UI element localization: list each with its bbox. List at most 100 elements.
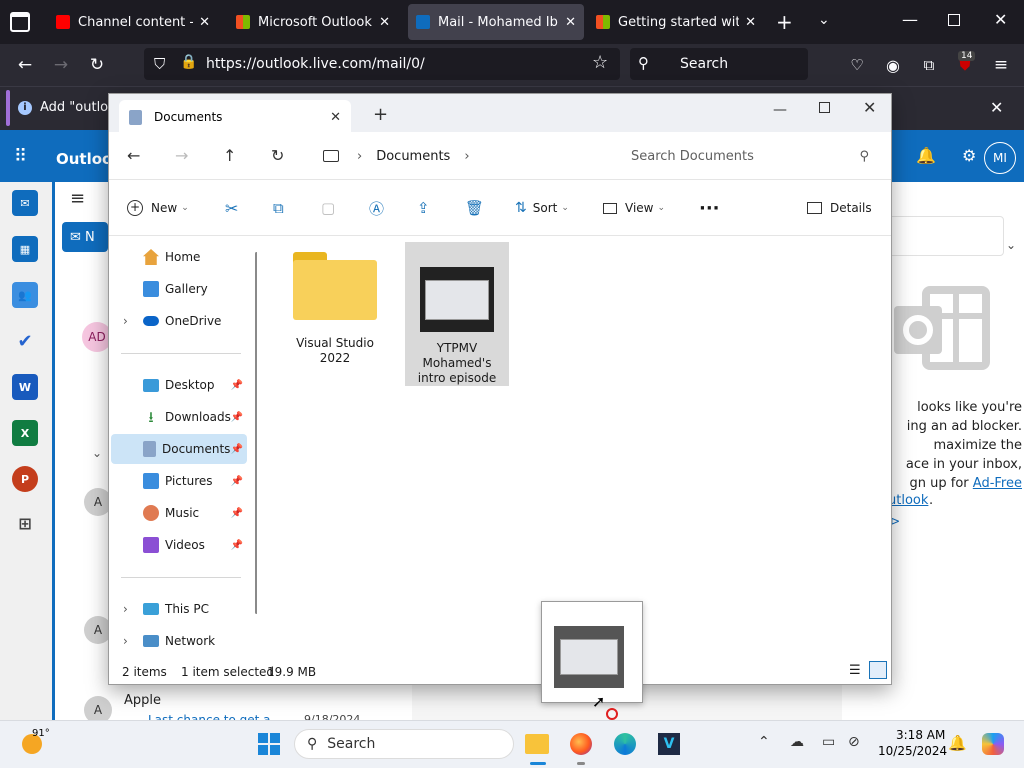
expand-chevron-icon[interactable]: › [123, 314, 137, 328]
clock-time[interactable]: 3:18 AM [896, 728, 945, 742]
shield-icon[interactable]: ⛉ [154, 55, 165, 73]
close-window-icon[interactable]: ✕ [863, 98, 876, 117]
close-tab-icon[interactable]: ✕ [379, 15, 390, 30]
url-bar[interactable]: ⛉ 🔒 https://outlook.live.com/mail/0/ ☆ [144, 48, 620, 80]
firefox-icon[interactable] [564, 727, 598, 761]
message-subject[interactable]: Last chance to get a [148, 712, 271, 720]
tab-mail-outlook[interactable]: Mail - Mohamed Ibrahim - Outlook ✕ [408, 4, 584, 40]
clock-date[interactable]: 10/25/2024 [878, 744, 947, 758]
file-explorer-taskbar-icon[interactable] [520, 727, 554, 761]
nav-item-network[interactable]: › Network [111, 626, 247, 656]
delete-button[interactable]: 🗑 [465, 194, 484, 222]
edge-icon[interactable] [608, 727, 642, 761]
lock-icon[interactable]: 🔒 [180, 54, 197, 70]
view-button[interactable]: View ⌄ [603, 194, 665, 222]
pin-icon[interactable]: 📌 [231, 444, 243, 455]
forward-arrow-icon[interactable]: → [175, 146, 188, 165]
refresh-icon[interactable]: ↻ [271, 146, 284, 165]
nav-item-documents[interactable]: Documents 📌 [111, 434, 247, 464]
explorer-tab-documents[interactable]: Documents ✕ [119, 100, 351, 134]
pin-icon[interactable]: 📌 [231, 540, 243, 551]
close-tab-icon[interactable]: ✕ [199, 15, 210, 30]
excel-icon[interactable]: X [12, 420, 38, 446]
tab-youtube[interactable]: Channel content - YouTube ✕ [48, 4, 218, 40]
list-tabs-chevron-icon[interactable]: ⌄ [818, 12, 830, 28]
weather-temperature[interactable]: 91° [32, 728, 50, 739]
file-item-folder[interactable]: Visual Studio 2022 [283, 246, 387, 366]
new-button[interactable]: + New ⌄ [127, 194, 189, 222]
taskbar-search-box[interactable]: ⚲ Search [294, 729, 514, 759]
breadcrumb-documents[interactable]: Documents [376, 149, 450, 164]
file-item-video[interactable]: YTPMV Mohamed's intro episode [405, 242, 509, 386]
restore-icon[interactable] [948, 14, 960, 26]
account-icon[interactable]: ◉ [878, 50, 908, 80]
nav-item-desktop[interactable]: Desktop 📌 [111, 370, 247, 400]
calendar-icon[interactable]: ▦ [12, 236, 38, 262]
pocket-icon[interactable]: ♡ [842, 50, 872, 80]
display-icon[interactable]: ▭ [822, 734, 835, 750]
nav-item-home[interactable]: Home [111, 242, 247, 272]
nav-item-music[interactable]: Music 📌 [111, 498, 247, 528]
close-window-icon[interactable]: ✕ [994, 10, 1007, 29]
onedrive-status-icon[interactable]: ☁ [790, 734, 804, 750]
settings-gear-icon[interactable]: ⚙ [962, 146, 976, 165]
avatar[interactable]: MI [984, 142, 1016, 174]
new-tab-icon[interactable]: + [776, 10, 793, 34]
pin-icon[interactable]: 📌 [231, 380, 243, 391]
close-notification-icon[interactable]: ✕ [990, 98, 1003, 117]
pin-icon[interactable]: 📌 [231, 412, 243, 423]
collapse-chevron-icon[interactable]: ⌄ [92, 446, 102, 460]
bookmark-star-icon[interactable]: ☆ [592, 52, 608, 73]
ad-free-outlook-link[interactable]: utlook [888, 493, 928, 508]
tab-getting-started[interactable]: Getting started with the ✕ [588, 4, 764, 40]
rename-button[interactable]: Ⓐ [369, 194, 384, 222]
mail-icon[interactable]: ✉ [12, 190, 38, 216]
nav-item-onedrive[interactable]: › OneDrive [111, 306, 247, 336]
app-launcher-icon[interactable]: ⠿ [14, 146, 27, 167]
nav-item-gallery[interactable]: Gallery [111, 274, 247, 304]
more-apps-icon[interactable]: ⊞ [12, 510, 38, 536]
nav-item-pictures[interactable]: Pictures 📌 [111, 466, 247, 496]
copy-button[interactable]: ⧉ [273, 194, 284, 222]
message-sender[interactable]: Apple [124, 693, 161, 708]
pin-icon[interactable]: 📌 [231, 476, 243, 487]
chevron-down-icon[interactable]: ⌄ [1006, 238, 1016, 252]
nav-item-downloads[interactable]: ⭳ Downloads 📌 [111, 402, 247, 432]
breadcrumb[interactable]: › Documents › [309, 140, 609, 172]
nav-item-videos[interactable]: Videos 📌 [111, 530, 247, 560]
details-button[interactable]: Details [807, 194, 872, 222]
forward-arrow-icon[interactable]: → [46, 50, 76, 80]
cut-button[interactable]: ✂ [225, 194, 238, 222]
word-icon[interactable]: W [12, 374, 38, 400]
new-mail-button[interactable]: ✉ N [62, 222, 108, 252]
hamburger-icon[interactable]: ≡ [70, 188, 85, 209]
see-more-icon[interactable]: ··· [699, 194, 720, 222]
expand-chevron-icon[interactable]: › [123, 602, 137, 616]
pin-icon[interactable]: 📌 [231, 508, 243, 519]
nav-item-this-pc[interactable]: › This PC [111, 594, 247, 624]
start-windows-icon[interactable] [252, 727, 286, 761]
minimize-icon[interactable]: — [902, 10, 918, 29]
new-tab-icon[interactable]: + [373, 104, 388, 125]
powerpoint-icon[interactable]: P [12, 466, 38, 492]
maximize-icon[interactable] [819, 102, 830, 113]
share-button[interactable]: ⇪ [417, 194, 430, 222]
sort-button[interactable]: ⇅ Sort ⌄ [515, 194, 569, 222]
ad-free-link[interactable]: Ad-Free [973, 476, 1022, 491]
large-icons-view-icon[interactable] [869, 661, 887, 679]
back-arrow-icon[interactable]: ← [10, 50, 40, 80]
paste-button[interactable]: ▢ [321, 194, 335, 222]
browser-search-box[interactable]: ⚲ Search [630, 48, 808, 80]
extensions-icon[interactable]: ⧉ [914, 50, 944, 80]
minimize-icon[interactable]: — [773, 102, 787, 118]
chevron-up-icon[interactable]: ⌃ [758, 734, 770, 750]
close-tab-icon[interactable]: ✕ [745, 15, 756, 30]
close-tab-icon[interactable]: ✕ [565, 15, 576, 30]
notification-bell-icon[interactable]: 🔔 [948, 734, 967, 752]
explorer-search-box[interactable]: Search Documents ⚲ [615, 140, 881, 172]
reload-icon[interactable]: ↻ [82, 50, 112, 80]
up-arrow-icon[interactable]: ↑ [223, 146, 236, 165]
expand-chevron-icon[interactable]: › [123, 634, 137, 648]
visual-studio-icon[interactable]: V [652, 727, 686, 761]
back-arrow-icon[interactable]: ← [127, 146, 140, 165]
